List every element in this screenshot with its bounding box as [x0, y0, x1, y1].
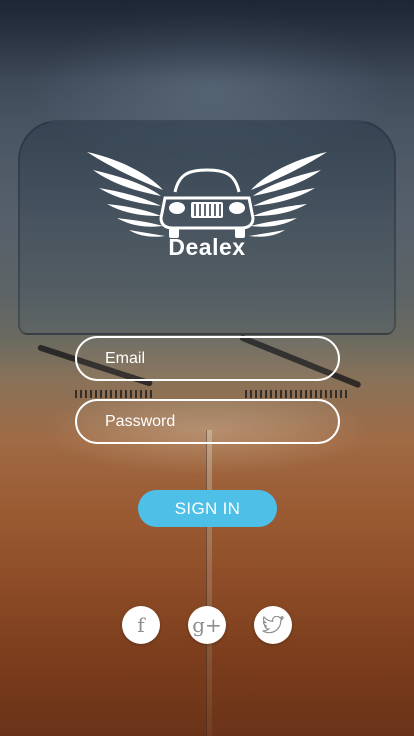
hood-seam: [206, 430, 212, 736]
google-plus-icon: g+: [192, 613, 222, 637]
car-roof-shade: [0, 0, 414, 80]
signin-button[interactable]: SIGN IN: [138, 490, 277, 527]
hood-vent-right: [245, 390, 350, 398]
password-field[interactable]: Password: [75, 399, 340, 444]
twitter-bird-icon: [262, 616, 284, 634]
twitter-login-button[interactable]: [254, 606, 292, 644]
brand-name: Dealex: [168, 234, 246, 260]
google-plus-login-button[interactable]: g+: [188, 606, 226, 644]
email-field[interactable]: Email: [75, 336, 340, 381]
facebook-login-button[interactable]: f: [122, 606, 160, 644]
facebook-icon: f: [137, 613, 145, 637]
hood-vent-left: [75, 390, 155, 398]
